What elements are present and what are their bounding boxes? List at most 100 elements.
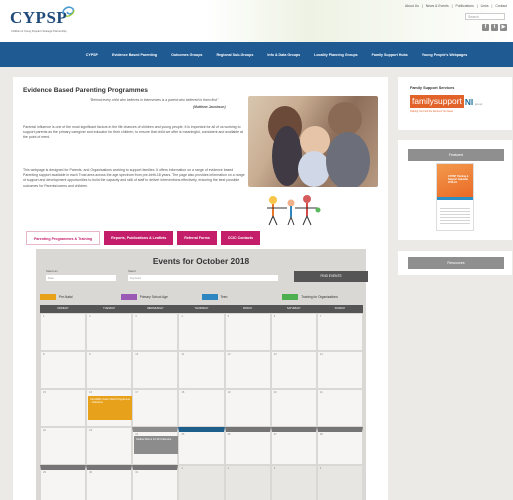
tab-ccic-contacts[interactable]: CCIC Contacts [220,231,260,245]
calendar-day[interactable]: 25 [178,427,225,465]
nav-item-evidence-based-parenting[interactable]: Evidence Based Parenting [112,53,157,57]
calendar-day[interactable]: 10 [132,351,179,389]
featured-heading: Featured [408,149,504,161]
calendar-day[interactable]: 13 [270,351,317,389]
quote: "Behind every child who believes in them… [89,98,219,102]
calendar-day[interactable]: 6 [270,313,317,351]
logo-swirl-icon [62,6,75,17]
calendar-day[interactable]: 24 Mellow Mums 13-18 Coleraine [132,427,179,465]
date-filter-input[interactable]: Date [46,275,116,281]
cypsp-logo[interactable]: CYPSP [10,8,67,28]
top-link-sep: | [421,4,423,8]
calendar-day[interactable]: 3 [270,465,317,500]
tab-referral-forms[interactable]: Referral Forms [177,231,217,245]
facebook-icon[interactable]: f [482,24,489,31]
calendar-day[interactable]: 12 [224,351,271,389]
calendar-title: Events for October 2018 [152,256,250,266]
page-title: Evidence Based Parenting Programmes [23,87,148,94]
calendar-event[interactable]: Incredible Years Infant Programme - Cole… [88,396,133,420]
day-number: 25 [181,433,185,436]
calendar-day[interactable]: 1 [40,313,87,351]
keyword-filter-label: Select [128,269,136,273]
calendar-week: 8 9 10 11 12 13 14 [40,351,363,389]
nav-item-regional-sub-groups[interactable]: Regional Sub-Groups [216,53,253,57]
tab-reports-publications[interactable]: Reports, Publications & Leaflets [104,231,174,245]
nav-item-cypsp[interactable]: CYPSP [86,53,98,57]
legend-label: Training for Organisations [301,295,338,299]
section-tabs: Parenting Programmes & Training Reports,… [26,231,260,245]
top-link-sep: | [491,4,493,8]
nav-item-locality-planning-groups[interactable]: Locality Planning Groups [314,53,358,57]
calendar-week: 22 23 24 Mellow Mums 13-18 Coleraine 25 … [40,427,363,465]
calendar-day[interactable]: 7 [316,313,363,351]
day-number: 10 [135,353,139,356]
day-number: 27 [273,433,277,436]
top-link-links[interactable]: Links [481,4,489,8]
familysupportni-logo[interactable]: familysupport NI .gov.uk [410,95,482,108]
calendar-day[interactable]: 1 [178,465,225,500]
keyword-filter-input[interactable]: Keyword [128,275,278,281]
legend-item[interactable]: Pre-Natal [40,294,121,300]
calendar-day[interactable]: 3 [132,313,179,351]
top-link-news[interactable]: News & Events [426,4,449,8]
day-number: 28 [319,433,323,436]
search-input[interactable]: Search [465,13,505,20]
calendar-day[interactable]: 4 [316,465,363,500]
calendar-day[interactable]: 4 [178,313,225,351]
tab-parenting-programmes[interactable]: Parenting Programmes & Training [26,231,101,245]
resources-heading[interactable]: Resources [408,257,504,269]
legend-item[interactable]: Training for Organisations [282,294,363,300]
calendar-day[interactable]: 21 [316,389,363,427]
legend-item[interactable]: Primary School Age [120,294,202,300]
day-number: 9 [89,353,91,356]
main-nav: CYPSP Evidence Based Parenting Outcomes … [0,42,513,67]
booklet-strip [437,197,473,200]
calendar-day[interactable]: 15 [40,389,87,427]
weekday-label: SUNDAY [334,307,346,310]
calendar-day[interactable]: 14 [316,351,363,389]
quote-author: (Matthew Jacobson) [193,105,226,109]
calendar-day[interactable]: 28 [316,427,363,465]
youtube-icon[interactable]: ▶ [500,24,507,31]
day-number: 3 [273,467,276,470]
calendar-day[interactable]: 22 [40,427,87,465]
top-link-about[interactable]: About Us [405,4,419,8]
calendar-day[interactable]: 2 [86,313,133,351]
calendar-day[interactable]: 19 [224,389,271,427]
top-link-publications[interactable]: Publications [456,4,474,8]
calendar-day[interactable]: 16 Incredible Years Infant Programme - C… [86,389,133,427]
calendar-day[interactable]: 5 [224,313,271,351]
calendar-day[interactable]: 29 [40,465,87,500]
legend-item[interactable]: Teen [201,294,283,300]
calendar-day[interactable]: 2 [224,465,271,500]
nav-item-outcomes-groups[interactable]: Outcomes Groups [171,53,202,57]
nav-item-young-peoples-webpages[interactable]: Young People's Webpages [422,53,467,57]
calendar-day[interactable]: 23 [86,427,133,465]
twitter-icon[interactable]: t [491,24,498,31]
calendar-day[interactable]: 30 [86,465,133,500]
calendar-day[interactable]: 11 [178,351,225,389]
calendar-event[interactable]: Mellow Mums 13-18 Coleraine [134,436,179,454]
calendar-day[interactable]: 8 [40,351,87,389]
weekday-label: THURSDAY [194,307,209,310]
nav-item-family-support-hubs[interactable]: Family Support Hubs [372,53,408,57]
calendar-day[interactable]: 26 [224,427,271,465]
find-events-button[interactable]: FIND EVENTS [294,271,368,282]
day-number: 20 [273,391,277,394]
training-calendar-booklet[interactable]: CYPSP Training & Support Calendar 2018-1… [436,163,474,231]
calendar-day[interactable]: 27 [270,427,317,465]
nav-item-info-data-groups[interactable]: Info & Data Groups [267,53,300,57]
calendar-day[interactable]: 20 [270,389,317,427]
logo-part: .gov.uk [474,103,483,106]
weekday-label: MONDAY [57,307,69,310]
social-links: f t ▶ [482,24,507,31]
calendar-day[interactable]: 17 [132,389,179,427]
calendar-day[interactable]: 31 [132,465,179,500]
weekday-label: FRIDAY [242,307,253,310]
calendar-day[interactable]: 9 [86,351,133,389]
calendar-day[interactable]: 18 [178,389,225,427]
logo-part: familysupport [410,95,464,108]
day-number: 19 [227,391,231,394]
top-link-contact[interactable]: Contact [495,4,507,8]
day-number: 16 [89,391,93,394]
